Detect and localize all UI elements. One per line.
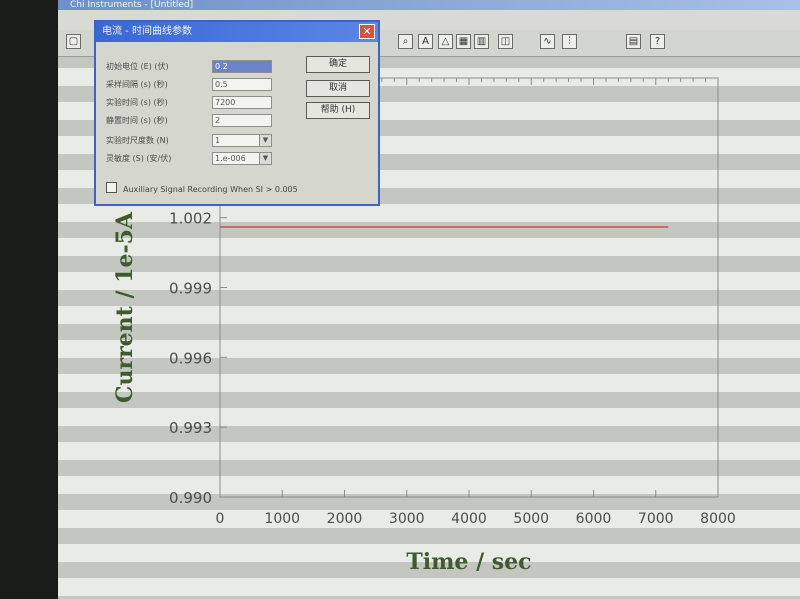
sensitivity-select[interactable]: 1.e-006 ▼ <box>212 152 272 165</box>
quiet-time-row: 静置时间 (s) (秒) 2 <box>106 114 286 128</box>
aux-signal-label: Auxiliary Signal Recording When SI > 0.0… <box>123 185 298 194</box>
close-icon[interactable]: ✕ <box>359 24 375 39</box>
x-tick-label: 6000 <box>576 511 612 527</box>
sample-interval-row: 采样间隔 (s) (秒) 0.5 <box>106 78 286 92</box>
sample-interval-input[interactable]: 0.5 <box>212 78 272 91</box>
ok-button[interactable]: 确定 <box>306 56 370 73</box>
y-tick-label: 0.990 <box>169 489 212 507</box>
run-time-row: 实验时间 (s) (秒) 7200 <box>106 96 286 110</box>
x-tick-label: 1000 <box>264 511 300 527</box>
aux-signal-option[interactable]: Auxiliary Signal Recording When SI > 0.0… <box>106 182 298 196</box>
scales-row: 实验时尺度数 (N) 1 ▼ <box>106 134 286 148</box>
scales-value: 1 <box>215 136 221 145</box>
help-button[interactable]: 帮助 (H) <box>306 102 370 119</box>
chevron-down-icon[interactable]: ▼ <box>259 135 271 146</box>
scales-select[interactable]: 1 ▼ <box>212 134 272 147</box>
sensitivity-label: 灵敏度 (S) (安/伏) <box>106 154 172 163</box>
parameters-dialog: 电流 - 时间曲线参数 ✕ 初始电位 (E) (伏) 0.2 采样间隔 (s) … <box>94 20 380 206</box>
y-tick-label: 1.002 <box>169 210 212 228</box>
y-tick-label: 0.996 <box>169 349 212 367</box>
cancel-button[interactable]: 取消 <box>306 80 370 97</box>
run-time-input[interactable]: 7200 <box>212 96 272 109</box>
init-potential-row: 初始电位 (E) (伏) 0.2 <box>106 60 286 74</box>
aux-signal-checkbox[interactable] <box>106 182 117 193</box>
init-potential-label: 初始电位 (E) (伏) <box>106 62 169 71</box>
y-tick-label: 0.993 <box>169 419 212 437</box>
quiet-time-label: 静置时间 (s) (秒) <box>106 116 168 125</box>
x-tick-label: 0 <box>216 511 225 527</box>
dialog-title: 电流 - 时间曲线参数 <box>102 26 192 37</box>
quiet-time-input[interactable]: 2 <box>212 114 272 127</box>
y-axis-label: Current / 1e-5A <box>112 211 138 403</box>
run-time-label: 实验时间 (s) (秒) <box>106 98 168 107</box>
x-tick-label: 3000 <box>389 511 425 527</box>
init-potential-input[interactable]: 0.2 <box>212 60 272 73</box>
x-tick-label: 5000 <box>513 511 549 527</box>
x-tick-label: 4000 <box>451 511 487 527</box>
sensitivity-row: 灵敏度 (S) (安/伏) 1.e-006 ▼ <box>106 152 286 166</box>
sensitivity-value: 1.e-006 <box>215 154 246 163</box>
x-tick-label: 8000 <box>700 511 736 527</box>
chevron-down-icon[interactable]: ▼ <box>259 153 271 164</box>
sample-interval-label: 采样间隔 (s) (秒) <box>106 80 168 89</box>
x-tick-label: 7000 <box>638 511 674 527</box>
x-tick-label: 2000 <box>327 511 363 527</box>
y-tick-label: 0.999 <box>169 280 212 298</box>
scales-label: 实验时尺度数 (N) <box>106 136 169 145</box>
x-axis-label: Time / sec <box>406 549 531 575</box>
